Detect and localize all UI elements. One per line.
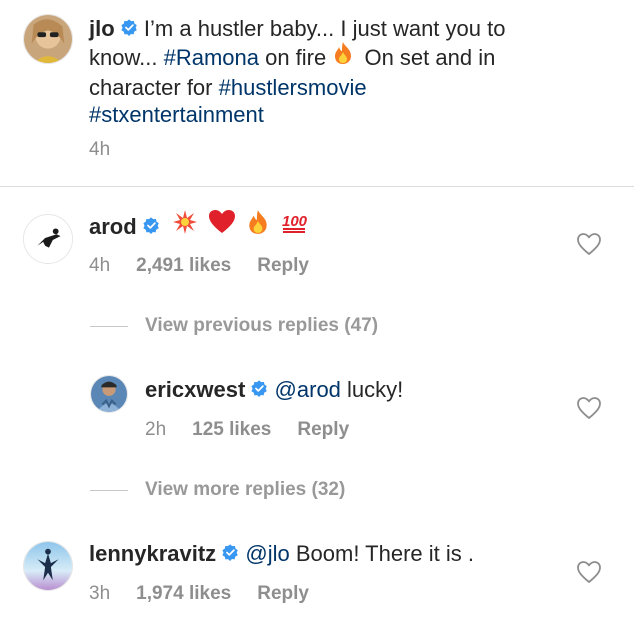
lennykravitz-reply-button[interactable]: Reply xyxy=(257,583,309,604)
verified-badge-icon xyxy=(251,376,268,403)
ericxwest-reply: ericxwest @arod lucky! xyxy=(145,376,403,405)
thread-line xyxy=(90,326,128,327)
caption-divider xyxy=(0,186,634,187)
ericxwest-reply-text: lucky! xyxy=(340,377,404,402)
heart-icon[interactable] xyxy=(576,560,602,584)
caption-text-2: on fire xyxy=(258,44,333,70)
view-previous-replies-button[interactable]: View previous replies (47) xyxy=(145,315,378,337)
arod-avatar[interactable] xyxy=(23,214,73,264)
ericxwest-likes-count[interactable]: 125 likes xyxy=(192,419,271,440)
heart-icon[interactable] xyxy=(576,396,602,420)
lennykravitz-comment-text: Boom! There it is . xyxy=(289,541,474,566)
hashtag-ramona[interactable]: #Ramona xyxy=(164,45,259,70)
fire-icon xyxy=(246,209,270,241)
post-username[interactable]: jlo xyxy=(89,16,115,41)
arod-likes-count[interactable]: 2,491 likes xyxy=(136,255,231,276)
svg-text:100: 100 xyxy=(282,213,308,230)
mention-jlo[interactable]: @jlo xyxy=(245,541,289,566)
hashtag-hustlersmovie[interactable]: #hustlersmovie xyxy=(219,75,367,100)
reply-username-ericxwest[interactable]: ericxwest xyxy=(145,377,245,402)
view-more-replies-button[interactable]: View more replies (32) xyxy=(145,479,345,501)
verified-badge-icon xyxy=(143,213,160,240)
ericxwest-avatar[interactable] xyxy=(90,375,128,413)
fire-icon xyxy=(332,41,354,71)
arod-comment-meta: 4h 2,491 likes Reply xyxy=(89,255,335,277)
heart-icon[interactable] xyxy=(576,232,602,256)
comment-username-lennykravitz[interactable]: lennykravitz xyxy=(89,541,216,566)
comment-username-arod[interactable]: arod xyxy=(89,214,137,239)
thread-line xyxy=(90,490,128,491)
post-time: 4h xyxy=(89,139,136,161)
lennykravitz-comment-meta: 3h 1,974 likes Reply xyxy=(89,583,335,605)
hundred-points-icon: 100 xyxy=(280,209,308,241)
lennykravitz-avatar[interactable] xyxy=(23,541,73,591)
mention-arod[interactable]: @arod xyxy=(275,377,341,402)
ericxwest-reply-time: 2h xyxy=(145,419,167,440)
post-time-label: 4h xyxy=(89,139,111,160)
post-caption: jlo I’m a hustler baby... I just want yo… xyxy=(89,15,509,128)
arod-comment: arod 100 xyxy=(89,209,312,244)
ericxwest-reply-meta: 2h 125 likes Reply xyxy=(145,419,375,441)
arod-comment-time: 4h xyxy=(89,255,111,276)
jlo-avatar[interactable] xyxy=(23,14,73,64)
hashtag-stxentertainment[interactable]: #stxentertainment xyxy=(89,102,264,127)
red-heart-icon xyxy=(208,209,236,241)
lennykravitz-comment-time: 3h xyxy=(89,583,111,604)
collision-icon xyxy=(172,209,198,241)
arod-reply-button[interactable]: Reply xyxy=(257,255,309,276)
lennykravitz-likes-count[interactable]: 1,974 likes xyxy=(136,583,231,604)
verified-badge-icon xyxy=(222,540,239,567)
verified-badge-icon xyxy=(121,15,138,42)
ericxwest-reply-button[interactable]: Reply xyxy=(297,419,349,440)
lennykravitz-comment: lennykravitz @jlo Boom! There it is . xyxy=(89,540,474,569)
